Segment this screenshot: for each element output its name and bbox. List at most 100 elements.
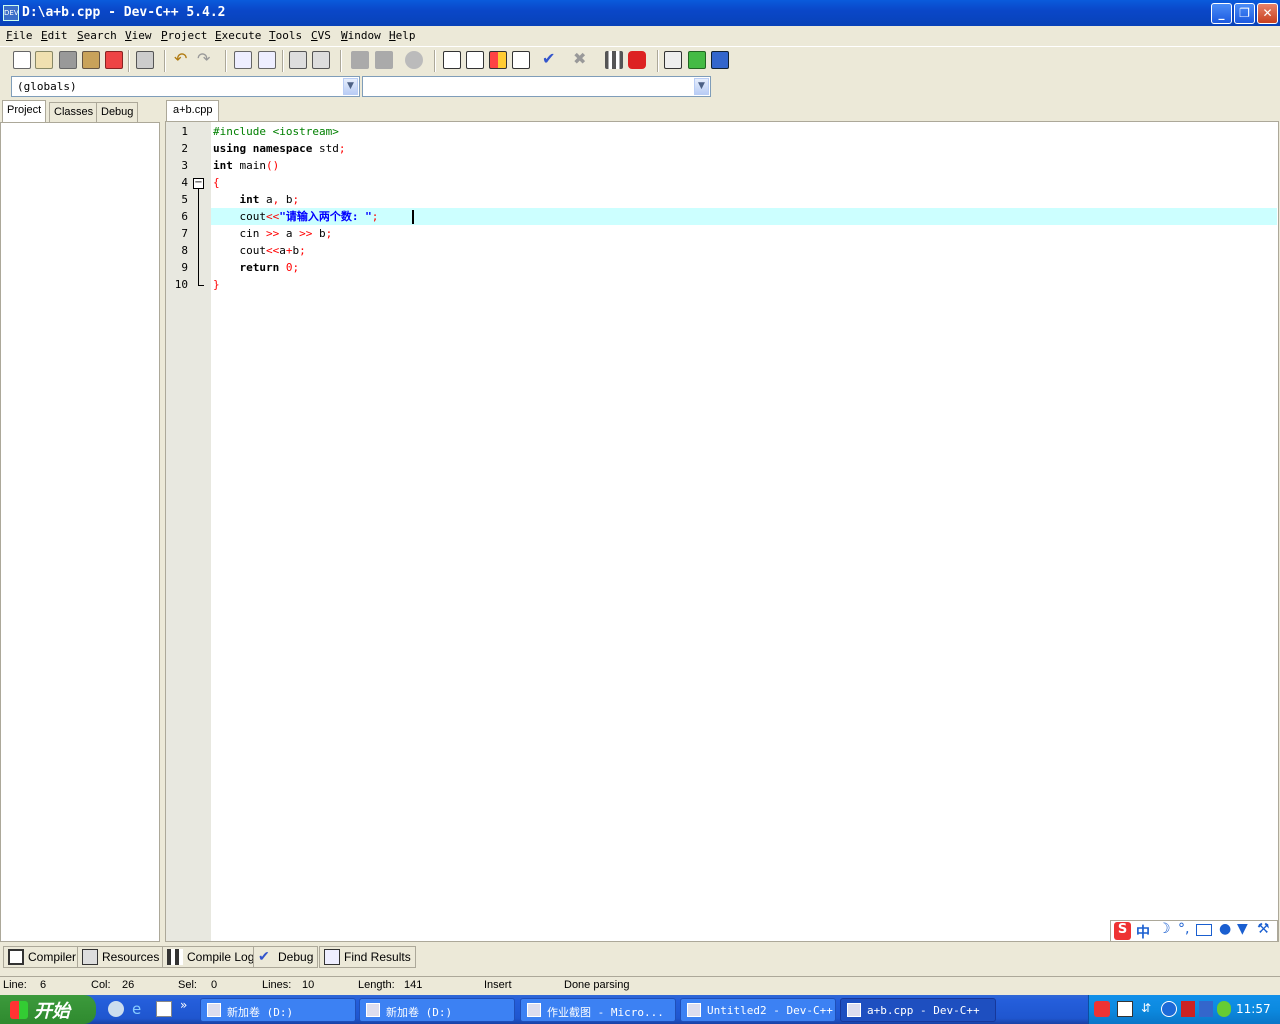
print-icon[interactable] (136, 51, 154, 69)
taskbar-button-active[interactable]: a+b.cpp - Dev-C++ (840, 998, 996, 1022)
word-doc-icon (527, 1003, 541, 1017)
scope-combo[interactable]: (globals) ▼ (11, 76, 360, 97)
tab-debug-output[interactable]: ✔ Debug (253, 946, 319, 968)
chart-icon[interactable] (605, 51, 623, 69)
restore-icon[interactable]: ❐ (1234, 3, 1255, 24)
toggle-icon[interactable] (489, 51, 507, 69)
stop-icon[interactable]: ✖ (573, 51, 591, 69)
compile-log-icon (167, 949, 183, 965)
unindent-icon[interactable] (312, 51, 330, 69)
close-icon[interactable]: ✕ (1257, 3, 1278, 24)
punct-icon[interactable]: °, (1178, 921, 1189, 937)
undo-icon[interactable]: ↶ (174, 51, 192, 69)
start-button[interactable]: 开始 (0, 995, 96, 1024)
code-editor[interactable] (165, 121, 1279, 942)
layout-icon[interactable] (512, 51, 530, 69)
save-icon[interactable] (59, 51, 77, 69)
open-file-icon[interactable] (35, 51, 53, 69)
show-desktop-icon[interactable] (108, 1001, 124, 1017)
menu-view[interactable]: View (125, 29, 152, 42)
fold-collapse-icon[interactable]: − (193, 178, 204, 189)
taskbar-button[interactable]: 作业截图 - Micro... (520, 998, 676, 1022)
new-project-icon[interactable] (443, 51, 461, 69)
menu-project[interactable]: Project (161, 29, 207, 42)
code-line-9: return 0; (239, 261, 300, 274)
book-icon[interactable] (711, 51, 729, 69)
ie-icon[interactable]: e (132, 1001, 148, 1017)
compiler-icon (8, 949, 24, 965)
taskbar-button[interactable]: 新加卷 (D:) (200, 998, 356, 1022)
shield-tray-icon[interactable] (1181, 1001, 1195, 1017)
quicklaunch-more[interactable]: » (180, 998, 187, 1012)
status-col-label: Col: (91, 979, 111, 991)
status-lines-label: Lines: (262, 979, 292, 991)
chevron-down-icon[interactable]: ▼ (343, 78, 358, 95)
taskbar-button[interactable]: Untitled2 - Dev-C++ (680, 998, 836, 1022)
replace-icon[interactable] (258, 51, 276, 69)
back-icon[interactable] (351, 51, 369, 69)
tab-project[interactable]: Project (2, 100, 47, 123)
tab-compiler[interactable]: Compiler (3, 946, 82, 968)
tab-find-results[interactable]: Find Results (319, 946, 416, 968)
ime-mode-toggle[interactable]: 中 (1136, 922, 1150, 942)
menu-cvs[interactable]: CVS (311, 29, 331, 42)
menu-file[interactable]: File (6, 29, 33, 42)
code-line-3: int main() (213, 159, 280, 172)
save-all-icon[interactable] (82, 51, 100, 69)
find-icon[interactable] (234, 51, 252, 69)
tab-classes[interactable]: Classes (49, 102, 99, 122)
shirt-icon[interactable]: ▼ (1237, 921, 1248, 937)
exit-icon[interactable] (664, 51, 682, 69)
monitor-tray-icon[interactable] (1199, 1001, 1213, 1017)
minimize-icon[interactable]: _ (1211, 3, 1232, 24)
wrench-icon[interactable]: ⚒ (1257, 921, 1270, 937)
ime-toolbar: S 中 ☽ °, ● ▼ ⚒ (1110, 920, 1278, 942)
menu-tools[interactable]: Tools (269, 29, 302, 42)
code-line-4: { (213, 176, 220, 189)
chevron-left-icon[interactable] (1161, 1001, 1177, 1017)
editor-tab[interactable]: a+b.cpp (166, 100, 220, 122)
import-icon[interactable] (688, 51, 706, 69)
menu-edit[interactable]: Edit (41, 29, 68, 42)
taskbar-button[interactable]: 新加卷 (D:) (359, 998, 515, 1022)
keyboard-icon[interactable] (1196, 924, 1212, 936)
chevron-down-icon[interactable]: ▼ (694, 78, 709, 95)
menu-window[interactable]: Window (341, 29, 381, 42)
menu-help[interactable]: Help (389, 29, 416, 42)
network-tray-icon[interactable]: ⇵ (1141, 1001, 1153, 1017)
clock[interactable]: 11:57 (1236, 1002, 1271, 1016)
line-number: 6 (181, 210, 188, 223)
member-combo[interactable]: ▼ (362, 76, 711, 97)
windows-logo-icon (10, 1001, 28, 1019)
debug-icon[interactable] (628, 51, 646, 69)
menu-search[interactable]: Search (77, 29, 117, 42)
sogou-logo-icon[interactable]: S (1114, 922, 1131, 940)
code-line-6: cout<<"请输入两个数: "; (239, 210, 379, 223)
indent-icon[interactable] (289, 51, 307, 69)
scope-combo-value: (globals) (17, 80, 77, 93)
user-icon[interactable]: ● (1219, 921, 1231, 937)
menu-execute[interactable]: Execute (215, 29, 261, 42)
tab-compile-log[interactable]: Compile Log (162, 946, 260, 968)
toolbar: ↶ ↷ ✔ ✖ (0, 46, 1280, 74)
view-icon[interactable] (466, 51, 484, 69)
moon-icon[interactable]: ☽ (1158, 921, 1171, 937)
status-sel-value: 0 (211, 979, 218, 991)
help-tray-icon[interactable] (1117, 1001, 1133, 1017)
tab-debug[interactable]: Debug (96, 102, 139, 122)
project-panel[interactable] (0, 122, 160, 942)
sogou-tray-icon[interactable] (1094, 1001, 1110, 1017)
close-file-icon[interactable] (105, 51, 123, 69)
line-number: 9 (181, 261, 188, 274)
goto-icon[interactable] (405, 51, 423, 69)
quicklaunch-icon[interactable] (156, 1001, 172, 1017)
status-line-value: 6 (40, 979, 47, 991)
app-tray-icon[interactable] (1217, 1001, 1231, 1017)
tab-resources[interactable]: Resources (77, 946, 165, 968)
forward-icon[interactable] (375, 51, 393, 69)
check-icon[interactable]: ✔ (542, 51, 560, 69)
redo-icon[interactable]: ↷ (197, 51, 215, 69)
new-file-icon[interactable] (13, 51, 31, 69)
devcpp-icon[interactable]: DEV (3, 5, 19, 21)
status-line-label: Line: (3, 979, 27, 991)
